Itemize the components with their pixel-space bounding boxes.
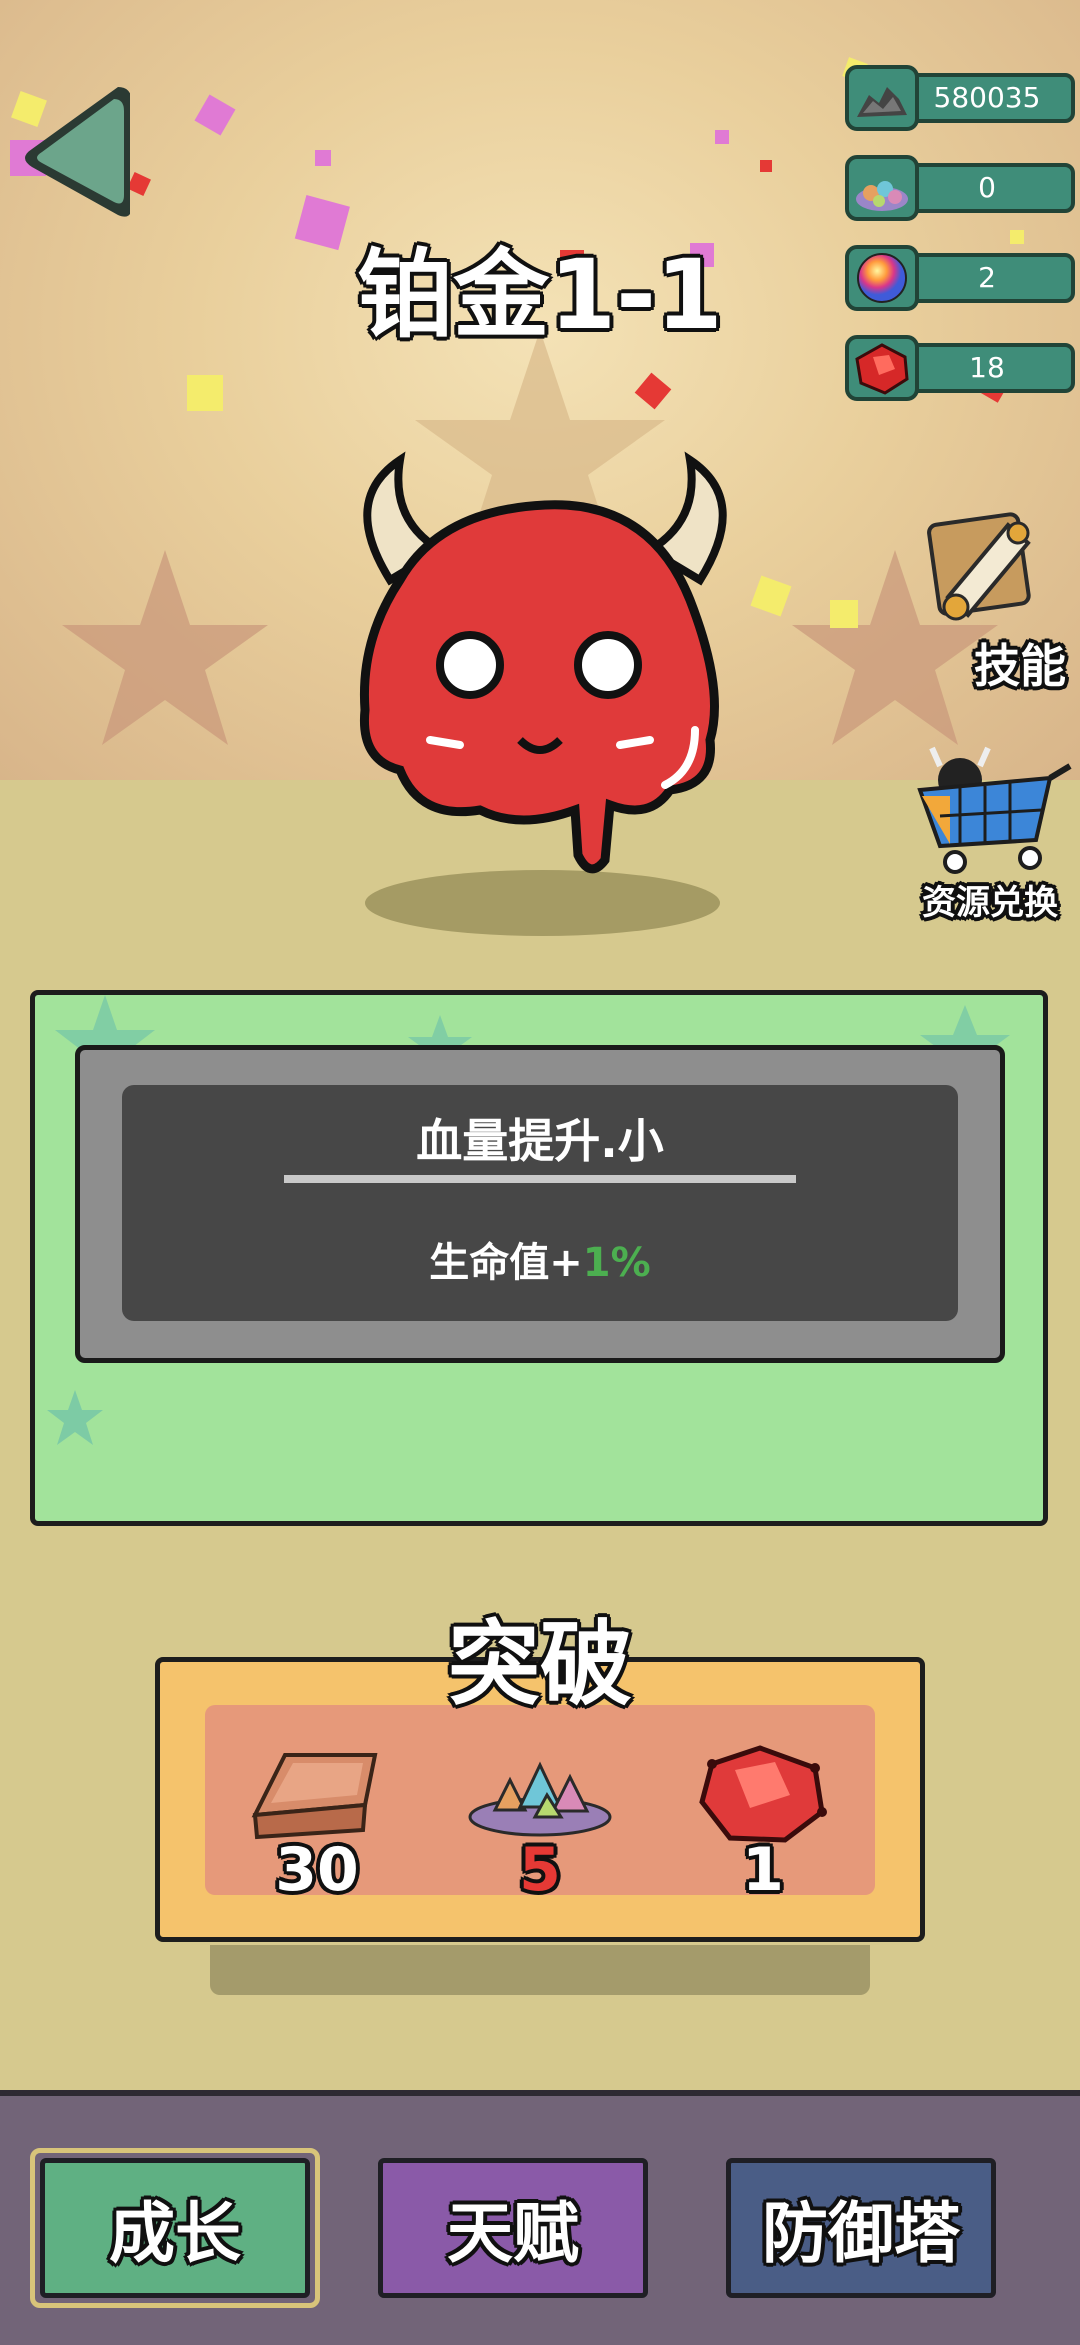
resource-value: 18 xyxy=(969,351,1005,384)
tab-talent[interactable]: 天赋 xyxy=(378,2158,648,2298)
resource-value: 2 xyxy=(978,261,996,294)
skill-name: 血量提升.小 xyxy=(416,1114,664,1168)
cost-amount-gem: 1 xyxy=(742,1835,784,1905)
red-gem-icon xyxy=(699,1745,827,1843)
resource-counter-ore: 580035 xyxy=(845,65,1077,131)
skill-effect-value: 1% xyxy=(582,1240,651,1286)
resource-value: 0 xyxy=(978,171,996,204)
breakthrough-title: 突破 xyxy=(447,1611,632,1718)
skills-label: 技能 xyxy=(974,639,1066,693)
back-arrow-icon xyxy=(25,87,132,217)
shopping-cart-icon xyxy=(917,746,1072,874)
cost-amount-crystal: 5 xyxy=(519,1835,561,1905)
resource-counter-crystal: 0 xyxy=(845,155,1077,221)
exchange-label: 资源兑换 xyxy=(922,883,1058,923)
skills-button[interactable]: 技能 xyxy=(905,505,1075,695)
back-button[interactable] xyxy=(10,75,132,230)
skill-divider xyxy=(284,1175,796,1183)
breakthrough-shadow xyxy=(210,1945,870,1995)
resource-value: 580035 xyxy=(933,81,1041,114)
resource-counter-gem: 18 xyxy=(845,335,1077,401)
tab-defense-tower[interactable]: 防御塔 xyxy=(726,2158,996,2298)
copper-ingot-icon xyxy=(251,1753,378,1840)
skill-effect: 生命值+1% xyxy=(122,1230,958,1290)
cost-amount-ingot: 30 xyxy=(275,1835,359,1905)
resource-counter-orb: 2 xyxy=(845,245,1077,311)
crystal-pile-icon xyxy=(468,1761,612,1837)
skill-effect-label: 生命值+ xyxy=(429,1240,583,1286)
stage-title: 铂金1-1 xyxy=(357,239,723,351)
tab-growth[interactable]: 成长 xyxy=(40,2158,310,2298)
scroll-icon xyxy=(927,512,1031,621)
resource-exchange-button[interactable]: 资源兑换 xyxy=(900,740,1080,930)
red-slime-demon-character xyxy=(359,451,727,874)
